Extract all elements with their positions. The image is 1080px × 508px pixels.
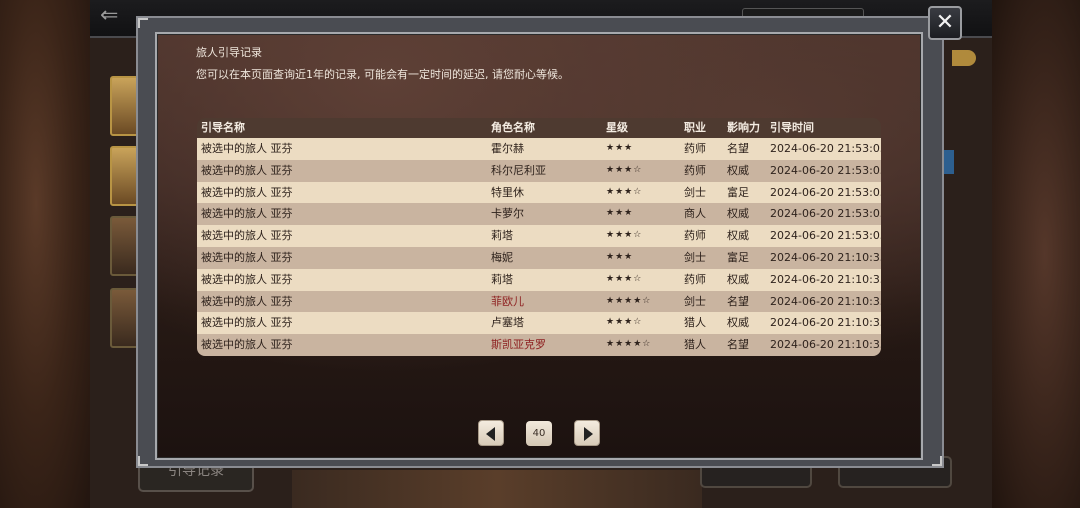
row-character-name: 科尔尼利亚 — [491, 163, 546, 177]
frame-corner — [932, 456, 942, 466]
row-job: 剑士 — [684, 294, 706, 308]
row-character-name: 梅妮 — [491, 250, 513, 264]
chevron-right-icon — [584, 427, 593, 441]
row-stars: ★★★★☆ — [606, 339, 652, 350]
table-row: 被选中的旅人 亚芬 特里休 ★★★☆ 剑士 富足 2024-06-20 21:53:05 — [197, 181, 881, 204]
row-guide-name: 被选中的旅人 亚芬 — [201, 250, 293, 264]
row-job: 药师 — [684, 229, 706, 243]
row-influence: 权威 — [727, 316, 749, 330]
header-guide-time: 引导时间 — [770, 121, 814, 134]
close-button[interactable]: ✕ — [928, 6, 962, 40]
row-guide-name: 被选中的旅人 亚芬 — [201, 163, 293, 177]
row-guide-name: 被选中的旅人 亚芬 — [201, 294, 293, 308]
row-stars: ★★★ — [606, 251, 634, 262]
row-guide-time: 2024-06-20 21:10:35 — [770, 250, 881, 264]
row-character-name: 莉塔 — [491, 272, 513, 286]
row-job: 药师 — [684, 163, 706, 177]
row-influence: 权威 — [727, 272, 749, 286]
page-title: 旅人引导记录 — [196, 46, 262, 59]
row-job: 剑士 — [684, 185, 706, 199]
background-scene — [292, 470, 702, 508]
background-left — [0, 0, 90, 508]
header-influence: 影响力 — [727, 121, 760, 134]
row-job: 商人 — [684, 207, 706, 221]
row-stars: ★★★★☆ — [606, 295, 652, 306]
header-job: 职业 — [684, 121, 706, 134]
row-stars: ★★★ — [606, 143, 634, 153]
row-guide-name: 被选中的旅人 亚芬 — [201, 272, 293, 286]
row-guide-name: 被选中的旅人 亚芬 — [201, 338, 293, 352]
row-character-name: 斯凯亚克罗 — [491, 338, 546, 352]
row-guide-name: 被选中的旅人 亚芬 — [201, 229, 293, 243]
table-row: 被选中的旅人 亚芬 菲欧儿 ★★★★☆ 剑士 名望 2024-06-20 21:10:35 — [197, 290, 881, 313]
next-page-button[interactable] — [574, 420, 600, 446]
table-row: 被选中的旅人 亚芬 霍尔赫 ★★★ 药师 名望 2024-06-20 21:53:05 — [197, 138, 881, 160]
row-guide-name: 被选中的旅人 亚芬 — [201, 316, 293, 330]
back-arrow-icon: ⇐ — [100, 3, 119, 28]
table-row: 被选中的旅人 亚芬 斯凯亚克罗 ★★★★☆ 猎人 名望 2024-06-20 21:10:… — [197, 334, 881, 356]
table-row: 被选中的旅人 亚芬 卢塞塔 ★★★☆ 猎人 权威 2024-06-20 21:10:35 — [197, 312, 881, 335]
row-influence: 富足 — [727, 250, 749, 264]
row-influence: 权威 — [727, 163, 749, 177]
row-guide-time: 2024-06-20 21:53:05 — [770, 229, 881, 243]
row-influence: 名望 — [727, 294, 749, 308]
row-influence: 名望 — [727, 142, 749, 155]
row-guide-time: 2024-06-20 21:10:35 — [770, 316, 881, 330]
prev-page-button[interactable] — [478, 420, 504, 446]
background-side-badge — [944, 150, 954, 174]
table-header: 引导名称 角色名称 星级 职业 影响力 引导时间 — [197, 118, 881, 138]
table-row: 被选中的旅人 亚芬 卡萝尔 ★★★ 商人 权威 2024-06-20 21:53:05 — [197, 203, 881, 226]
row-guide-time: 2024-06-20 21:10:35 — [770, 294, 881, 308]
row-job: 药师 — [684, 272, 706, 286]
row-influence: 权威 — [727, 207, 749, 221]
table-row: 被选中的旅人 亚芬 莉塔 ★★★☆ 药师 权威 2024-06-20 21:53:05 — [197, 225, 881, 247]
row-job: 猎人 — [684, 316, 706, 330]
chevron-left-icon — [486, 427, 495, 441]
row-character-name: 卢塞塔 — [491, 316, 524, 330]
row-character-name: 卡萝尔 — [491, 207, 524, 221]
row-influence: 名望 — [727, 338, 749, 352]
row-guide-time: 2024-06-20 21:53:05 — [770, 207, 881, 221]
row-guide-name: 被选中的旅人 亚芬 — [201, 142, 293, 155]
row-character-name: 莉塔 — [491, 229, 513, 243]
table-row: 被选中的旅人 亚芬 莉塔 ★★★☆ 药师 权威 2024-06-20 21:10:35 — [197, 268, 881, 291]
row-stars: ★★★☆ — [606, 230, 643, 241]
row-influence: 富足 — [727, 185, 749, 199]
frame-corner — [138, 18, 148, 28]
guide-record-table: 引导名称 角色名称 星级 职业 影响力 引导时间 被选中的旅人 亚芬 霍尔赫 ★★★… — [197, 118, 881, 356]
table-row: 被选中的旅人 亚芬 梅妮 ★★★ 剑士 富足 2024-06-20 21:10:35 — [197, 246, 881, 269]
frame-corner — [138, 456, 148, 466]
row-stars: ★★★☆ — [606, 273, 643, 284]
row-guide-time: 2024-06-20 21:10:35 — [770, 338, 881, 352]
page-number: 40 — [526, 421, 552, 446]
row-stars: ★★★☆ — [606, 164, 643, 175]
row-stars: ★★★☆ — [606, 317, 643, 328]
row-character-name: 菲欧儿 — [491, 294, 524, 308]
row-stars: ★★★ — [606, 208, 634, 219]
background-right — [992, 0, 1080, 508]
row-guide-name: 被选中的旅人 亚芬 — [201, 207, 293, 221]
row-guide-time: 2024-06-20 21:53:05 — [770, 185, 881, 199]
row-influence: 权威 — [727, 229, 749, 243]
row-guide-name: 被选中的旅人 亚芬 — [201, 185, 293, 199]
header-guide-name: 引导名称 — [201, 121, 245, 134]
row-guide-time: 2024-06-20 21:53:05 — [770, 163, 881, 177]
row-job: 猎人 — [684, 338, 706, 352]
table-row: 被选中的旅人 亚芬 科尔尼利亚 ★★★☆ 药师 权威 2024-06-20 21:53:0… — [197, 159, 881, 182]
row-guide-time: 2024-06-20 21:53:05 — [770, 142, 881, 155]
row-stars: ★★★☆ — [606, 186, 643, 197]
header-character-name: 角色名称 — [491, 121, 535, 134]
header-stars: 星级 — [606, 121, 628, 134]
background-side-tab — [952, 50, 976, 66]
row-character-name: 霍尔赫 — [491, 142, 524, 155]
row-job: 药师 — [684, 142, 706, 155]
close-icon: ✕ — [935, 10, 955, 35]
row-character-name: 特里休 — [491, 185, 524, 199]
page-subtitle: 您可以在本页面查询近1年的记录, 可能会有一定时间的延迟, 请您耐心等候。 — [196, 68, 569, 81]
row-job: 剑士 — [684, 250, 706, 264]
row-guide-time: 2024-06-20 21:10:35 — [770, 272, 881, 286]
